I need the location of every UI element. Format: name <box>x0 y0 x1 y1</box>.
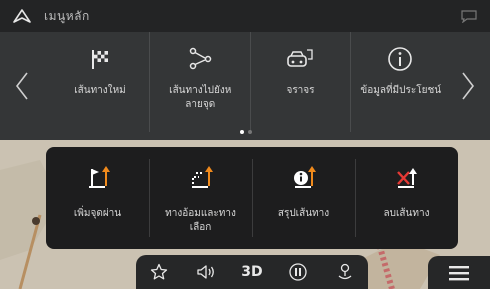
delete-route-icon <box>395 161 419 191</box>
3d-view-button[interactable]: 3D <box>233 257 271 287</box>
multi-stop-route-icon <box>187 44 213 74</box>
route-item-detour[interactable]: ทางอ้อมและทาง เลือก <box>149 147 252 249</box>
menu-item-label: เส้นทางใหม่ <box>74 85 126 96</box>
detour-icon <box>189 161 213 191</box>
bottom-toolbar: 3D <box>136 255 368 289</box>
location-pin-icon[interactable] <box>326 257 364 287</box>
page-dot <box>248 130 252 134</box>
menu-item-label: จราจร <box>286 85 315 96</box>
next-page-button[interactable] <box>446 32 490 140</box>
navigation-arrow-icon[interactable] <box>0 0 44 32</box>
top-bar: เมนูหลัก <box>0 0 490 32</box>
main-menu: เส้นทางใหม่ เส้นทางไปยังห ลายจุด จราจร ข… <box>0 32 490 140</box>
route-options-panel: เพิ่มจุดผ่าน ทางอ้อมและทาง เลือก สรุปเส้… <box>46 147 458 249</box>
menu-item-useful-info[interactable]: ข้อมูลที่มีประโยชน์ <box>349 32 450 132</box>
route-item-route-summary[interactable]: สรุปเส้นทาง <box>252 147 355 249</box>
route-item-label: สรุปเส้นทาง <box>277 208 330 219</box>
route-summary-icon <box>292 161 316 191</box>
hamburger-menu-icon[interactable] <box>428 256 490 289</box>
route-item-add-waypoint[interactable]: เพิ่มจุดผ่าน <box>46 147 149 249</box>
page-title: เมนูหลัก <box>44 8 90 23</box>
route-item-label: เพิ่มจุดผ่าน <box>73 208 122 219</box>
menu-item-label: ข้อมูลที่มีประโยชน์ <box>360 85 442 96</box>
menu-item-multi-stop-route[interactable]: เส้นทางไปยังห ลายจุด <box>149 32 249 132</box>
menu-item-new-route[interactable]: เส้นทางใหม่ <box>50 32 149 132</box>
info-icon <box>387 44 413 74</box>
previous-page-button[interactable] <box>0 32 44 140</box>
route-item-delete-route[interactable]: ลบเส้นทาง <box>355 147 458 249</box>
menu-item-label: เส้นทางไปยังห ลายจุด <box>169 85 232 110</box>
pause-icon[interactable] <box>279 257 317 287</box>
route-item-label: ลบเส้นทาง <box>383 208 430 219</box>
star-icon[interactable] <box>140 257 178 287</box>
chevron-left-icon <box>15 72 28 100</box>
menu-item-traffic[interactable]: จราจร <box>249 32 350 132</box>
traffic-car-icon <box>285 44 315 74</box>
speech-bubble-icon[interactable] <box>460 8 478 24</box>
page-dot-active <box>240 130 244 134</box>
volume-icon[interactable] <box>187 257 225 287</box>
checkered-flag-icon <box>89 44 111 74</box>
route-item-label: ทางอ้อมและทาง เลือก <box>165 208 236 233</box>
chevron-right-icon <box>462 72 475 100</box>
add-waypoint-icon <box>86 161 110 191</box>
page-indicator <box>240 130 252 134</box>
